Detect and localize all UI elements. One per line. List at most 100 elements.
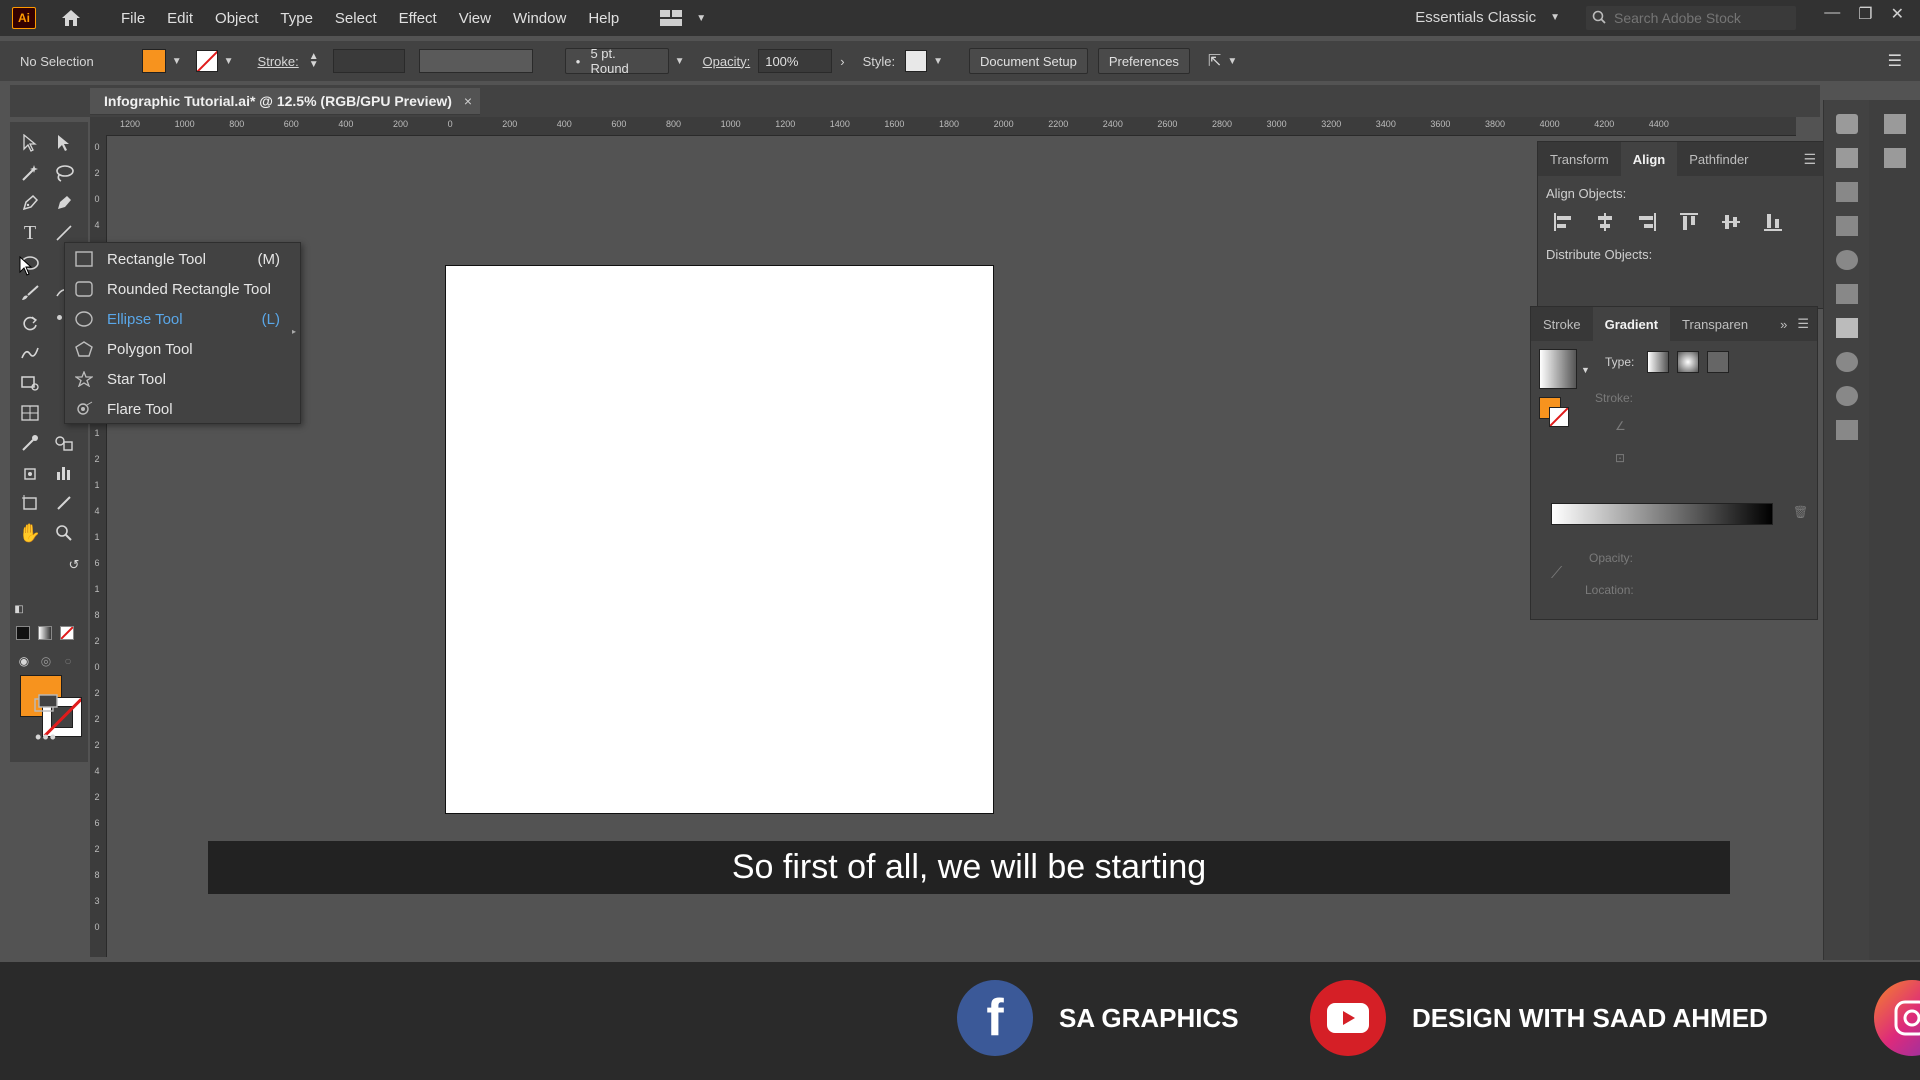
- flyout-item-ellipse[interactable]: Ellipse Tool (L): [65, 304, 300, 334]
- menu-effect[interactable]: Effect: [388, 10, 448, 27]
- restore-icon[interactable]: ❐: [1858, 4, 1872, 24]
- menu-object[interactable]: Object: [204, 10, 269, 27]
- default-colors-icon[interactable]: ◧: [10, 596, 28, 622]
- stroke-weight-select[interactable]: [332, 49, 405, 73]
- brushes-icon[interactable]: [1836, 216, 1858, 236]
- panel-menu-icon[interactable]: ☰: [1803, 151, 1816, 168]
- menu-help[interactable]: Help: [577, 10, 630, 27]
- tab-transform[interactable]: Transform: [1538, 152, 1621, 167]
- symbol-sprayer-tool-icon[interactable]: [16, 460, 44, 486]
- paintbrush-tool-icon[interactable]: [16, 280, 44, 306]
- menu-view[interactable]: View: [448, 10, 502, 27]
- fill-swatch[interactable]: [141, 49, 166, 73]
- chevron-down-icon[interactable]: ▼: [1227, 56, 1237, 67]
- stroke-stepper-icon[interactable]: ▲ ▼: [309, 52, 319, 70]
- align-top-icon[interactable]: [1678, 211, 1700, 233]
- align-right-icon[interactable]: [1636, 211, 1658, 233]
- menu-type[interactable]: Type: [269, 10, 324, 27]
- warp-tool-icon[interactable]: [16, 340, 44, 366]
- gradient-panel-icon[interactable]: [1836, 318, 1858, 338]
- close-tab-icon[interactable]: ×: [464, 93, 472, 109]
- pen-tool-icon[interactable]: [16, 190, 44, 216]
- blend-tool-icon[interactable]: [50, 430, 78, 456]
- opacity-label[interactable]: Opacity:: [703, 54, 751, 69]
- selection-tool-icon[interactable]: [16, 130, 44, 156]
- lasso-tool-icon[interactable]: [50, 160, 78, 186]
- slice-tool-icon[interactable]: [50, 490, 78, 516]
- home-icon[interactable]: [58, 5, 84, 31]
- color-mode-icon[interactable]: [14, 620, 32, 646]
- hand-tool-icon[interactable]: ✋: [16, 520, 44, 546]
- symbols-icon[interactable]: [1836, 250, 1858, 270]
- artboards-icon[interactable]: [1883, 148, 1906, 168]
- perspective-grid-tool-icon[interactable]: [16, 400, 44, 426]
- minimize-icon[interactable]: —: [1824, 4, 1840, 24]
- gradient-preview-swatch[interactable]: [1539, 349, 1577, 389]
- properties-icon[interactable]: [1836, 148, 1858, 168]
- tab-align[interactable]: Align: [1620, 142, 1678, 176]
- layers-icon[interactable]: [1883, 114, 1906, 134]
- screen-mode-icon[interactable]: [32, 690, 60, 716]
- workspace-switcher[interactable]: Essentials Classic ▼: [1415, 9, 1560, 26]
- stock-search[interactable]: [1586, 6, 1796, 30]
- column-graph-tool-icon[interactable]: [50, 460, 78, 486]
- menu-select[interactable]: Select: [324, 10, 388, 27]
- document-tab[interactable]: Infographic Tutorial.ai* @ 12.5% (RGB/GP…: [90, 88, 480, 115]
- arrange-documents-button[interactable]: ▼: [660, 10, 706, 26]
- tab-gradient[interactable]: Gradient: [1592, 307, 1671, 341]
- stock-search-input[interactable]: [1612, 9, 1786, 27]
- none-mode-icon[interactable]: [58, 620, 76, 646]
- chevron-down-icon[interactable]: ▼: [933, 56, 943, 67]
- arrange-icon[interactable]: ⇱: [1208, 51, 1221, 71]
- chevron-down-icon[interactable]: ▼: [224, 56, 234, 67]
- menu-file[interactable]: File: [110, 10, 156, 27]
- eyedropper-tool-icon[interactable]: [16, 430, 44, 456]
- chevron-right-icon[interactable]: ›: [840, 54, 844, 69]
- align-left-icon[interactable]: [1552, 211, 1574, 233]
- tab-stroke[interactable]: Stroke: [1531, 317, 1593, 332]
- close-window-icon[interactable]: ✕: [1891, 4, 1904, 24]
- free-transform-tool-icon[interactable]: [16, 370, 44, 396]
- brush-select[interactable]: ● 5 pt. Round: [564, 46, 669, 76]
- panel-expand-icon[interactable]: »: [1780, 317, 1787, 332]
- gradient-stroke-swatch[interactable]: [1549, 407, 1569, 427]
- libraries-icon[interactable]: [1836, 114, 1858, 134]
- direct-selection-tool-icon[interactable]: [50, 130, 78, 156]
- chevron-down-icon[interactable]: ▼: [675, 56, 685, 67]
- artboard-tool-icon[interactable]: [16, 490, 44, 516]
- variable-width-select[interactable]: [418, 49, 533, 73]
- edit-toolbar-icon[interactable]: •••: [32, 724, 60, 750]
- freeform-gradient-button[interactable]: [1707, 351, 1729, 373]
- graphic-styles-icon[interactable]: [1836, 420, 1858, 440]
- zoom-tool-icon[interactable]: [50, 520, 78, 546]
- swap-colors-icon[interactable]: ↺: [60, 552, 88, 578]
- gradient-mode-icon[interactable]: [36, 620, 54, 646]
- magic-wand-tool-icon[interactable]: [16, 160, 44, 186]
- curvature-tool-icon[interactable]: [50, 190, 78, 216]
- gradient-eyedropper-icon[interactable]: ⟋: [1551, 565, 1562, 583]
- stroke-swatch[interactable]: [195, 50, 218, 72]
- tab-transparency[interactable]: Transparen: [1670, 317, 1760, 332]
- stroke-label[interactable]: Stroke:: [258, 54, 299, 69]
- panel-menu-icon[interactable]: ☰: [1888, 51, 1902, 71]
- flyout-item-rounded-rectangle[interactable]: Rounded Rectangle Tool: [65, 274, 300, 304]
- draw-behind-icon[interactable]: ◎: [36, 648, 56, 674]
- chevron-down-icon[interactable]: ▼: [1581, 365, 1590, 375]
- rotate-tool-icon[interactable]: [16, 310, 44, 336]
- style-swatch[interactable]: [905, 50, 928, 72]
- tab-pathfinder[interactable]: Pathfinder: [1677, 152, 1760, 167]
- appearance-panel-icon[interactable]: [1836, 386, 1858, 406]
- flyout-item-star[interactable]: Star Tool: [65, 364, 300, 394]
- artboard[interactable]: [445, 265, 994, 814]
- chevron-down-icon[interactable]: ▼: [172, 56, 182, 67]
- flyout-item-polygon[interactable]: Polygon Tool: [65, 334, 300, 364]
- transparency-panel-icon[interactable]: [1836, 352, 1858, 372]
- draw-normal-icon[interactable]: ◉: [14, 648, 34, 674]
- type-tool-icon[interactable]: T: [16, 220, 44, 246]
- swatches-icon[interactable]: [1836, 182, 1858, 202]
- preferences-button[interactable]: Preferences: [1097, 48, 1190, 74]
- align-center-horizontal-icon[interactable]: [1594, 211, 1616, 233]
- draw-inside-icon[interactable]: ○: [58, 648, 78, 674]
- delete-stop-icon[interactable]: 🗑: [1793, 505, 1808, 519]
- flyout-tearoff-icon[interactable]: ▸: [292, 327, 296, 336]
